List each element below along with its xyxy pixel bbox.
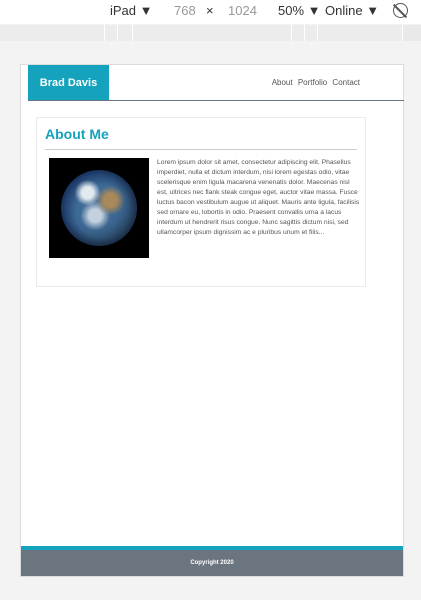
viewport-height-input[interactable]: 1024 (228, 3, 257, 18)
device-toolbar: iPad ▼ 768 × 1024 50% ▼ Online ▼ (0, 0, 421, 24)
ruler-segment[interactable] (0, 25, 105, 41)
site-footer: Copyright 2020 (21, 546, 403, 576)
network-throttle-select[interactable]: Online ▼ (325, 3, 379, 18)
viewport-width-input[interactable]: 768 (174, 3, 196, 18)
rotate-icon[interactable] (393, 3, 408, 18)
page-viewport: Brad Davis About Portfolio Contact About… (20, 64, 404, 577)
site-header: Brad Davis About Portfolio Contact (28, 65, 404, 101)
nav-link-portfolio[interactable]: Portfolio (298, 78, 327, 87)
main-nav: About Portfolio Contact (269, 78, 360, 87)
image-float-spacer (49, 158, 149, 262)
ruler-segment[interactable] (105, 25, 118, 41)
ruler-segment[interactable] (318, 25, 403, 41)
about-body-wrapper: Lorem ipsum dolor sit amet, consectetur … (49, 158, 361, 262)
ruler-segment[interactable] (292, 25, 305, 41)
dimension-separator: × (206, 3, 214, 18)
about-title: About Me (45, 126, 109, 142)
media-query-ruler[interactable] (0, 25, 421, 41)
nav-link-about[interactable]: About (272, 78, 293, 87)
nav-link-contact[interactable]: Contact (332, 78, 360, 87)
zoom-select[interactable]: 50% ▼ (278, 3, 321, 18)
copyright-text: Copyright 2020 (190, 560, 234, 566)
about-body-text: Lorem ipsum dolor sit amet, consectetur … (157, 159, 360, 236)
about-card: About Me Lorem ipsum dolor sit amet, con… (36, 117, 366, 287)
brand-logo[interactable]: Brad Davis (28, 65, 109, 100)
ruler-segment[interactable] (118, 25, 133, 41)
ruler-segment[interactable] (133, 25, 292, 41)
title-divider (45, 149, 357, 150)
ruler-segment[interactable] (305, 25, 318, 41)
device-select[interactable]: iPad ▼ (110, 3, 153, 18)
